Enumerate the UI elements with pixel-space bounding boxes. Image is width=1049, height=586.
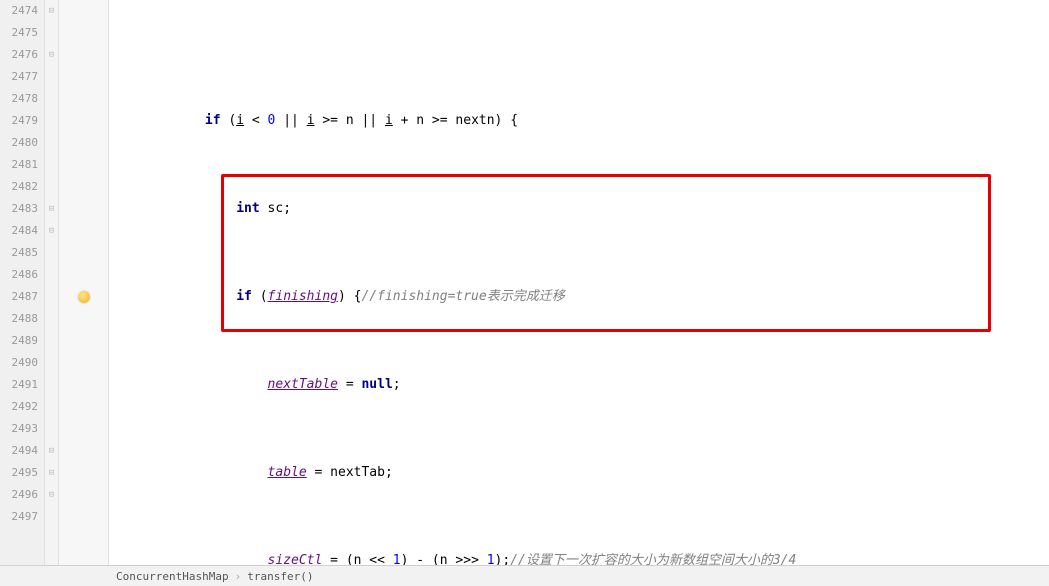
- gutter-marker: [59, 154, 108, 176]
- gutter-marker: [59, 462, 108, 484]
- comment: //finishing=true表示完成迁移: [361, 289, 564, 304]
- line-number-gutter: 2474247524762477247824792480248124822483…: [0, 0, 45, 565]
- line-number: 2482: [0, 176, 38, 198]
- fold-marker[interactable]: [45, 88, 58, 110]
- fold-marker[interactable]: [45, 242, 58, 264]
- fold-column: ⊟⊟⊟⊟⊟⊟⊟: [45, 0, 59, 565]
- code-line[interactable]: int sc;: [109, 198, 1049, 220]
- line-number: 2496: [0, 484, 38, 506]
- fold-marker[interactable]: ⊟: [45, 44, 58, 66]
- fold-marker[interactable]: [45, 330, 58, 352]
- fold-marker[interactable]: [45, 132, 58, 154]
- gutter-marker: [59, 44, 108, 66]
- fold-marker[interactable]: ⊟: [45, 440, 58, 462]
- line-number: 2477: [0, 66, 38, 88]
- code-editor[interactable]: 2474247524762477247824792480248124822483…: [0, 0, 1049, 565]
- code-line[interactable]: nextTable = null;: [109, 374, 1049, 396]
- gutter-marker: [59, 374, 108, 396]
- fold-marker[interactable]: ⊟: [45, 0, 58, 22]
- gutter-marker: [59, 286, 108, 308]
- marker-column: [59, 0, 109, 565]
- keyword-if: if: [205, 113, 221, 128]
- line-number: 2491: [0, 374, 38, 396]
- code-line[interactable]: if (finishing) {//finishing=true表示完成迁移: [109, 286, 1049, 308]
- breadcrumb[interactable]: ConcurrentHashMap › transfer(): [0, 565, 1049, 586]
- line-number: 2480: [0, 132, 38, 154]
- line-number: 2483: [0, 198, 38, 220]
- line-number: 2486: [0, 264, 38, 286]
- gutter-marker: [59, 264, 108, 286]
- line-number: 2494: [0, 440, 38, 462]
- line-number: 2481: [0, 154, 38, 176]
- fold-marker[interactable]: [45, 110, 58, 132]
- fold-marker[interactable]: [45, 308, 58, 330]
- gutter-marker: [59, 418, 108, 440]
- line-number: 2495: [0, 462, 38, 484]
- fold-marker[interactable]: ⊟: [45, 198, 58, 220]
- line-number: 2489: [0, 330, 38, 352]
- gutter-marker: [59, 352, 108, 374]
- fold-marker[interactable]: [45, 286, 58, 308]
- line-number: 2485: [0, 242, 38, 264]
- line-number: 2475: [0, 22, 38, 44]
- lightbulb-icon[interactable]: [78, 291, 90, 303]
- gutter-marker: [59, 440, 108, 462]
- line-number: 2490: [0, 352, 38, 374]
- fold-marker[interactable]: [45, 418, 58, 440]
- gutter-marker: [59, 0, 108, 22]
- gutter-marker: [59, 506, 108, 528]
- line-number: 2493: [0, 418, 38, 440]
- code-line[interactable]: table = nextTab;: [109, 462, 1049, 484]
- line-number: 2479: [0, 110, 38, 132]
- line-number: 2487: [0, 286, 38, 308]
- breadcrumb-method[interactable]: transfer(): [241, 570, 319, 583]
- code-area[interactable]: if (i < 0 || i >= n || i + n >= nextn) {…: [109, 0, 1049, 565]
- breadcrumb-file[interactable]: ConcurrentHashMap: [110, 570, 235, 583]
- fold-marker[interactable]: [45, 352, 58, 374]
- fold-marker[interactable]: [45, 22, 58, 44]
- comment: //设置下一次扩容的大小为新数组空间大小的3/4: [510, 553, 796, 565]
- fold-marker[interactable]: [45, 66, 58, 88]
- gutter-marker: [59, 198, 108, 220]
- line-number: 2484: [0, 220, 38, 242]
- gutter-marker: [59, 484, 108, 506]
- fold-marker[interactable]: [45, 176, 58, 198]
- fold-marker[interactable]: [45, 374, 58, 396]
- keyword-int: int: [236, 201, 259, 216]
- gutter-marker: [59, 176, 108, 198]
- gutter-marker: [59, 330, 108, 352]
- fold-marker[interactable]: ⊟: [45, 462, 58, 484]
- fold-marker[interactable]: ⊟: [45, 220, 58, 242]
- gutter-marker: [59, 88, 108, 110]
- gutter-marker: [59, 132, 108, 154]
- gutter-marker: [59, 308, 108, 330]
- code-line[interactable]: sizeCtl = (n << 1) - (n >>> 1);//设置下一次扩容…: [109, 550, 1049, 565]
- line-number: 2492: [0, 396, 38, 418]
- line-number: 2488: [0, 308, 38, 330]
- gutter-marker: [59, 396, 108, 418]
- fold-marker[interactable]: [45, 396, 58, 418]
- gutter-marker: [59, 110, 108, 132]
- line-number: 2478: [0, 88, 38, 110]
- line-number: 2474: [0, 0, 38, 22]
- fold-marker[interactable]: [45, 506, 58, 528]
- gutter-marker: [59, 242, 108, 264]
- fold-marker[interactable]: [45, 154, 58, 176]
- gutter-marker: [59, 22, 108, 44]
- line-number: 2497: [0, 506, 38, 528]
- fold-marker[interactable]: [45, 264, 58, 286]
- code-line[interactable]: if (i < 0 || i >= n || i + n >= nextn) {: [109, 110, 1049, 132]
- gutter-marker: [59, 220, 108, 242]
- line-number: 2476: [0, 44, 38, 66]
- gutter-marker: [59, 66, 108, 88]
- chevron-right-icon: ›: [235, 570, 242, 583]
- fold-marker[interactable]: ⊟: [45, 484, 58, 506]
